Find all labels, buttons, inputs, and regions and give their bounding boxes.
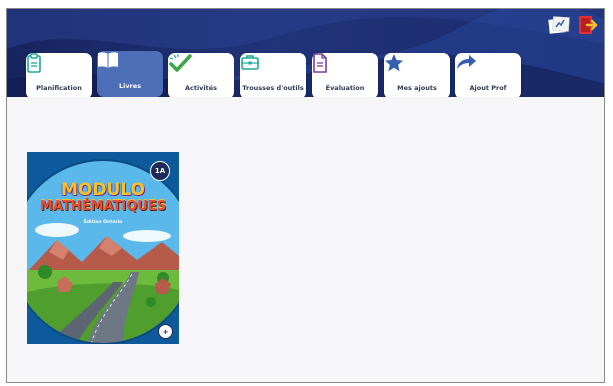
- tab-mes-ajouts[interactable]: Mes ajouts: [384, 53, 450, 97]
- share-arrow-icon: [457, 55, 498, 79]
- tab-planification[interactable]: Planification: [26, 53, 92, 97]
- sticky-notes-icon[interactable]: [548, 15, 570, 35]
- tab-label: Planification: [36, 84, 82, 92]
- tab-label: Trousses d'outils: [242, 84, 304, 92]
- tab-livres[interactable]: Livres: [97, 51, 163, 97]
- tab-label: Évaluation: [325, 84, 365, 92]
- tab-activites[interactable]: Activités: [168, 53, 234, 97]
- star-icon: [385, 54, 427, 79]
- book-title-line2: MATHÉMATIQUES: [39, 199, 167, 214]
- book-cover-modulo-mathematiques[interactable]: 1A MODULO MATHÉMATIQUES Édition Ontario …: [27, 152, 179, 344]
- book-icon: [98, 52, 140, 77]
- book-edition: Édition Ontario: [83, 220, 123, 225]
- tab-label: Activités: [184, 84, 218, 92]
- exit-door-icon[interactable]: [576, 14, 598, 36]
- tab-ajout-prof[interactable]: Ajout Prof: [455, 53, 521, 97]
- clipboard-icon: [27, 53, 69, 79]
- zoom-plus-icon[interactable]: +: [158, 324, 173, 339]
- zoom-symbol: +: [162, 327, 169, 336]
- toolkit-icon: [241, 55, 283, 79]
- tab-label: Ajout Prof: [469, 84, 507, 92]
- tab-label: Mes ajouts: [397, 84, 437, 92]
- tab-evaluation[interactable]: Évaluation: [312, 53, 378, 97]
- checkmark-icon: [169, 54, 211, 79]
- app-window: Planification Livres Activités Trousses …: [6, 8, 605, 383]
- tab-label: Livres: [118, 82, 142, 90]
- book-title-line1: MODULO: [61, 180, 145, 200]
- book-level-badge: 1A: [150, 161, 170, 181]
- document-icon: [313, 53, 355, 79]
- header-banner: Planification Livres Activités Trousses …: [7, 9, 604, 97]
- tab-trousses-outils[interactable]: Trousses d'outils: [240, 53, 306, 97]
